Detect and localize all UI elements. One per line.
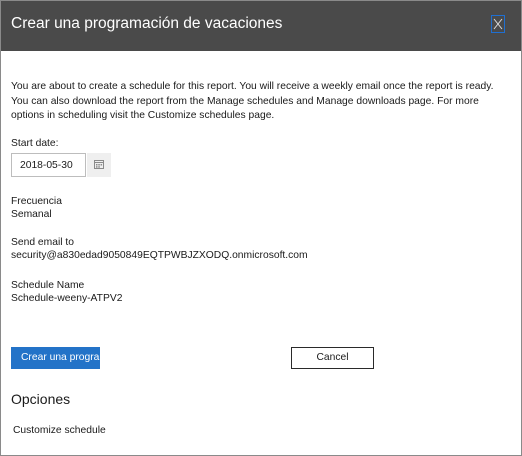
email-label: Send email to — [11, 237, 74, 248]
options-heading: Opciones — [11, 391, 71, 407]
close-button[interactable] — [491, 15, 505, 33]
frequency-label: Frecuencia — [11, 196, 62, 207]
cancel-button[interactable]: Cancel — [291, 347, 374, 369]
calendar-button[interactable] — [87, 153, 111, 177]
dialog-header: Crear una programación de vacaciones — [1, 1, 521, 51]
create-schedule-dialog: Crear una programación de vacaciones You… — [0, 0, 522, 456]
schedule-name-label: Schedule Name — [11, 280, 85, 291]
create-schedule-button[interactable]: Crear una program — [11, 347, 100, 369]
frequency-value: Semanal — [11, 209, 52, 220]
close-icon — [493, 18, 503, 30]
customize-schedule-link[interactable]: Customize schedule — [13, 425, 106, 436]
schedule-name-value: Schedule-weeny-ATPV2 — [11, 293, 123, 304]
intro-text: You are about to create a schedule for t… — [11, 81, 494, 121]
calendar-icon — [94, 160, 104, 169]
start-date-input[interactable] — [11, 153, 86, 177]
email-value: security@a830edad9050849EQTPWBJZXODQ.onm… — [11, 250, 308, 261]
dialog-title: Crear una programación de vacaciones — [11, 15, 283, 32]
start-date-label: Start date: — [11, 138, 59, 149]
